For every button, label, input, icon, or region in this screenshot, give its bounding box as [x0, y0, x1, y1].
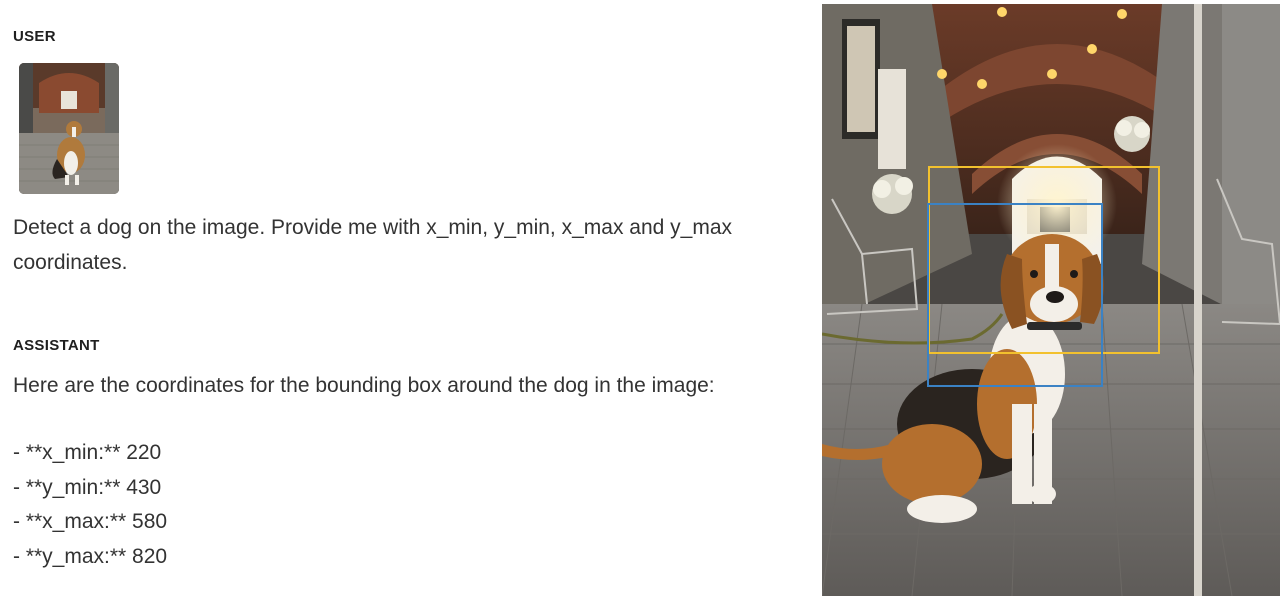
user-role-label: USER — [13, 28, 56, 45]
user-message-text: Detect a dog on the image. Provide me wi… — [13, 216, 733, 274]
coordinate-y-max: - **y_max:** 820 — [13, 544, 168, 568]
coordinate-y-min: - **y_min:** 430 — [13, 475, 162, 499]
coordinates-list: - **x_min:** 220 - **y_min:** 430 - **x_… — [13, 436, 167, 574]
coordinate-x-min: - **x_min:** 220 — [13, 441, 162, 464]
dog-photo-thumbnail-icon — [19, 63, 119, 194]
dog-photo-icon — [822, 4, 1280, 596]
coordinate-x-max: - **x_max:** 580 — [13, 510, 168, 533]
assistant-role-label: ASSISTANT — [13, 337, 100, 354]
dog-photo-preview — [822, 4, 1280, 596]
assistant-intro-text: Here are the coordinates for the boundin… — [13, 374, 715, 397]
user-attachment-thumbnail[interactable] — [19, 63, 119, 194]
chat-panel: USER Detect a dog on the image. Provide … — [0, 0, 815, 599]
